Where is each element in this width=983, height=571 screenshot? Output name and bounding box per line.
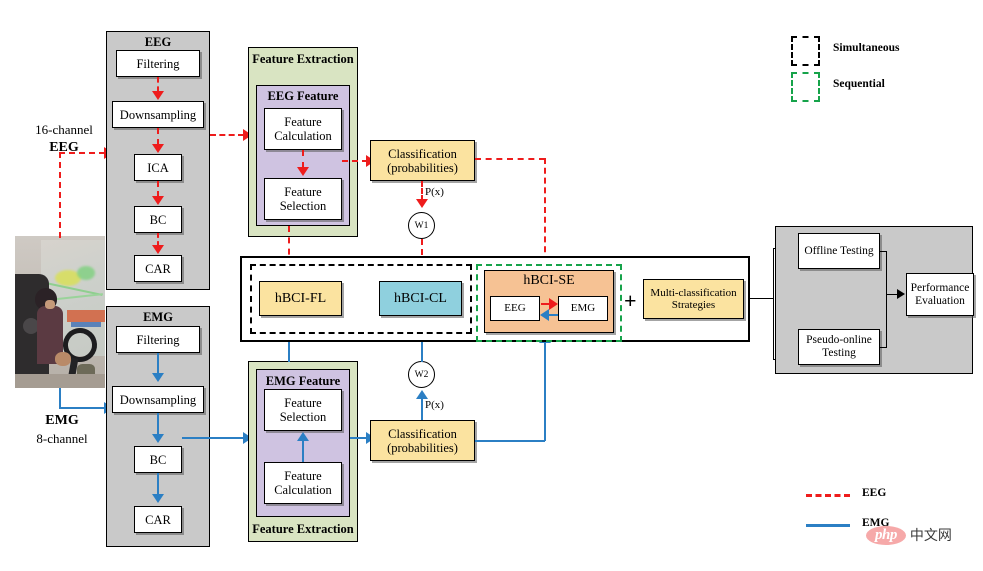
emg-px-label: P(x): [425, 399, 444, 411]
multiclass-strategies-box[interactable]: Multi-classification Strategies: [643, 279, 744, 319]
emg-feature-arrowhead: [297, 432, 309, 441]
hbci-se-emg-box[interactable]: EMG: [558, 296, 608, 321]
eeg-to-feature-line: [210, 134, 244, 136]
eeg-step-ica[interactable]: ICA: [134, 154, 182, 181]
eeg-feature-arrow: [302, 150, 304, 168]
emg-step-filtering[interactable]: Filtering: [116, 326, 200, 353]
emg-step-car[interactable]: CAR: [134, 506, 182, 533]
emg-input-hline: [59, 407, 105, 409]
emg-class-to-w2-arrowhead: [416, 390, 428, 399]
subject-photo: [15, 236, 105, 388]
eeg-feature-arrowhead: [297, 167, 309, 176]
eeg-arrowhead-3: [152, 196, 164, 205]
eeg-px-label: P(x): [425, 186, 444, 198]
emg-arrow-2: [157, 413, 159, 435]
emg-step-bc[interactable]: BC: [134, 446, 182, 473]
performance-evaluation-box[interactable]: Performance Evaluation: [906, 273, 974, 316]
eeg-class-to-w1-arrowhead: [416, 199, 428, 208]
legend-simultaneous-label: Simultaneous: [833, 42, 900, 54]
legend-eeg-swatch: [806, 494, 850, 497]
eval-merge-vline: [886, 251, 887, 347]
eeg-class-to-se-vline: [544, 158, 546, 262]
emg-feature-inner-title: EMG Feature: [265, 374, 341, 388]
emg-arrowhead-3: [152, 494, 164, 503]
emg-class-to-se-vline: [544, 342, 546, 441]
emg-input-vline: [59, 388, 61, 408]
diagram-canvas: 16-channel EEG EMG 8-channel EEG Filteri…: [0, 0, 983, 571]
pseudo-merge-hline: [879, 347, 887, 348]
legend-eeg-label: EEG: [862, 487, 887, 499]
eeg-feature-to-class-line: [342, 160, 368, 162]
emg-input-label: EMG: [45, 413, 79, 428]
emg-arrowhead-2: [152, 434, 164, 443]
plus-sign: +: [624, 288, 637, 313]
eeg-class-to-se-hline: [475, 158, 545, 160]
emg-feature-extraction-title: Feature Extraction: [252, 522, 354, 536]
watermark-brand: php: [866, 525, 906, 545]
emg-arrow-3: [157, 473, 159, 495]
eeg-arrow-2: [157, 128, 159, 145]
fusion-to-eval-hline: [750, 298, 774, 299]
merge-to-performance-arrowhead: [897, 289, 905, 299]
eeg-classification-box[interactable]: Classification (probabilities): [370, 140, 475, 181]
eeg-feature-extraction-title: Feature Extraction: [252, 52, 354, 66]
eeg-class-to-w1-line: [421, 181, 423, 201]
emg-feature-selection[interactable]: Feature Selection: [264, 389, 342, 431]
emg-class-to-w2-line: [421, 398, 423, 420]
emg-arrowhead-1: [152, 373, 164, 382]
fusion-to-eval-vline: [773, 248, 774, 360]
eeg-weight-w1: W1: [408, 212, 435, 239]
eeg-step-filtering[interactable]: Filtering: [116, 50, 200, 77]
eeg-step-bc[interactable]: BC: [134, 206, 182, 233]
emg-class-to-se-hline: [475, 440, 545, 442]
eeg-arrowhead-1: [152, 91, 164, 100]
emg-arrow-1: [157, 353, 159, 374]
se-eeg-to-emg-arrowhead: [549, 298, 558, 310]
se-emg-to-eeg-arrowhead: [540, 309, 549, 321]
watermark: php 中文网: [866, 525, 952, 545]
eeg-arrow-3: [157, 181, 159, 197]
offline-testing-box[interactable]: Offline Testing: [798, 233, 880, 269]
se-emg-to-eeg-line: [548, 314, 558, 316]
emg-classification-box[interactable]: Classification (probabilities): [370, 420, 475, 461]
emg-weight-w2: W2: [408, 361, 435, 388]
hbci-cl-box[interactable]: hBCI-CL: [379, 281, 462, 316]
eeg-arrowhead-4: [152, 245, 164, 254]
hbci-se-eeg-box[interactable]: EEG: [490, 296, 540, 321]
eeg-input-label-channels: 16-channel: [35, 122, 93, 137]
emg-input-label-channels: 8-channel: [36, 431, 88, 446]
eeg-feature-inner-title: EEG Feature: [267, 89, 339, 103]
legend-sequential-swatch: [791, 72, 820, 102]
legend-sequential-label: Sequential: [833, 78, 885, 90]
emg-step-downsampling[interactable]: Downsampling: [112, 386, 204, 413]
eeg-arrowhead-2: [152, 144, 164, 153]
emg-feature-calculation[interactable]: Feature Calculation: [264, 462, 342, 504]
eeg-input-hline: [59, 152, 105, 154]
emg-to-feature-line: [182, 437, 244, 439]
eeg-feature-selection[interactable]: Feature Selection: [264, 178, 342, 220]
pseudo-online-testing-box[interactable]: Pseudo-online Testing: [798, 329, 880, 365]
watermark-suffix: 中文网: [909, 528, 952, 544]
emg-feature-arrow: [302, 440, 304, 462]
eeg-arrow-1: [157, 77, 159, 92]
eeg-step-car[interactable]: CAR: [134, 255, 182, 282]
eeg-feature-calculation[interactable]: Feature Calculation: [264, 108, 342, 150]
eeg-step-downsampling[interactable]: Downsampling: [112, 101, 204, 128]
hbci-fl-box[interactable]: hBCI-FL: [259, 281, 342, 316]
eeg-input-vline: [59, 152, 61, 238]
legend-simultaneous-swatch: [791, 36, 820, 66]
legend-emg-swatch: [806, 524, 850, 527]
hbci-se-label: hBCI-SE: [523, 273, 575, 288]
